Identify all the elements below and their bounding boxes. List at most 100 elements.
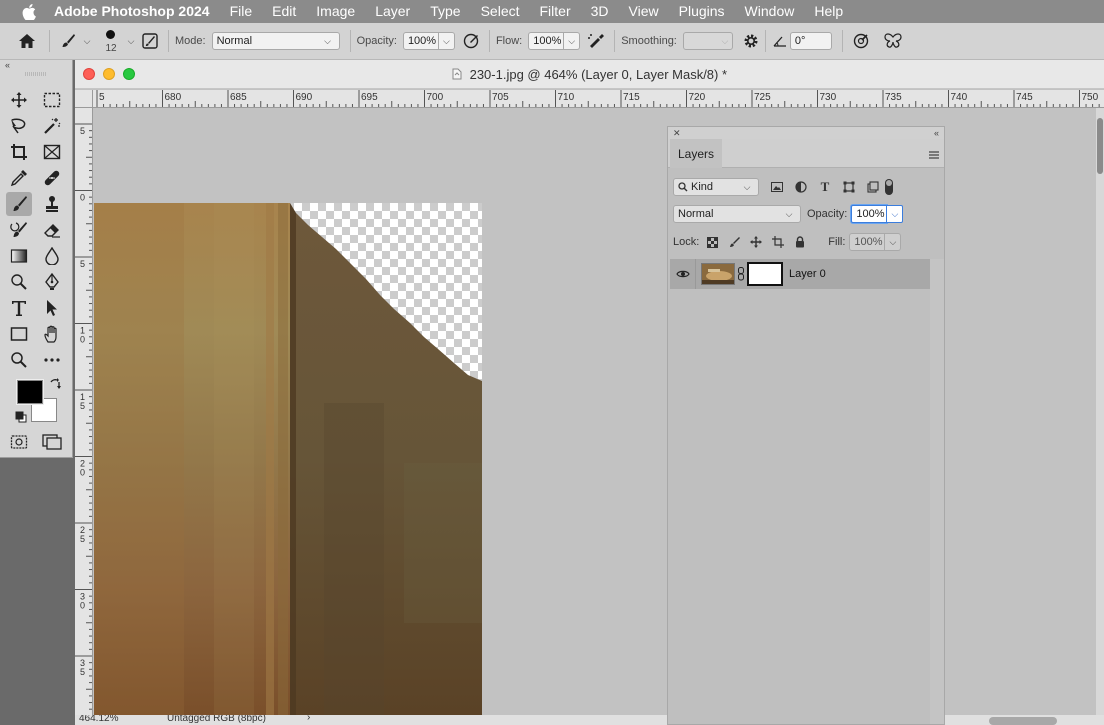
airbrush-icon[interactable] — [584, 29, 608, 53]
lock-all-icon[interactable] — [789, 230, 811, 254]
healing-brush-tool-icon[interactable] — [39, 166, 65, 190]
filter-type-icon[interactable]: T — [815, 175, 835, 199]
zoom-tool-icon[interactable] — [6, 348, 32, 372]
pressure-opacity-icon[interactable] — [459, 29, 483, 53]
default-colors-icon[interactable] — [15, 411, 27, 426]
vertical-ruler[interactable]: 505101520253035 — [75, 90, 93, 720]
menu-3d[interactable]: 3D — [581, 0, 619, 23]
move-tool-icon[interactable] — [6, 88, 32, 112]
horizontal-scrollbar-thumb[interactable] — [989, 717, 1057, 725]
layer-row[interactable]: Layer 0 — [670, 259, 930, 289]
pressure-size-icon[interactable] — [849, 29, 873, 53]
menu-app-name[interactable]: Adobe Photoshop 2024 — [52, 0, 220, 23]
layer-thumbnail[interactable] — [701, 263, 735, 285]
menu-edit[interactable]: Edit — [262, 0, 306, 23]
menu-image[interactable]: Image — [306, 0, 365, 23]
brush-settings-icon[interactable] — [138, 29, 162, 53]
angle-input[interactable]: 0° — [789, 32, 832, 50]
magic-wand-tool-icon[interactable] — [39, 114, 65, 138]
menu-view[interactable]: View — [619, 0, 669, 23]
screen-mode-icon[interactable] — [39, 430, 65, 454]
menu-window[interactable]: Window — [735, 0, 805, 23]
scrollbar-thumb[interactable] — [1097, 118, 1103, 174]
type-tool-icon[interactable] — [6, 296, 32, 320]
menu-file[interactable]: File — [220, 0, 263, 23]
tools-grip[interactable] — [0, 70, 72, 78]
eraser-tool-icon[interactable] — [39, 218, 65, 242]
ruler-origin[interactable] — [75, 90, 93, 108]
opacity-dropdown[interactable]: ⌵ — [438, 32, 455, 50]
layer-opacity-dropdown[interactable]: ⌵ — [887, 205, 904, 223]
layer-mask-thumbnail[interactable] — [747, 262, 783, 286]
chevron-right-icon[interactable]: › — [307, 715, 310, 723]
gear-icon[interactable] — [739, 29, 763, 53]
brush-size-picker[interactable]: 12 — [98, 25, 124, 57]
path-selection-tool-icon[interactable] — [39, 296, 65, 320]
canvas[interactable] — [94, 109, 1096, 715]
filter-kind-select[interactable]: Kind ⌵ — [673, 178, 759, 196]
more-tools-icon[interactable] — [39, 348, 65, 372]
brush-size-chevron-icon[interactable]: ⌵ — [124, 36, 138, 47]
menu-plugins[interactable]: Plugins — [669, 0, 735, 23]
menu-type[interactable]: Type — [420, 0, 470, 23]
clone-stamp-tool-icon[interactable] — [39, 192, 65, 216]
lock-transparent-pixels-icon[interactable] — [701, 230, 723, 254]
fill-input[interactable]: 100% — [849, 233, 886, 251]
visibility-eye-icon[interactable] — [670, 259, 696, 289]
tools-collapse-icon[interactable]: « — [0, 60, 72, 70]
brush-preset-chevron-icon[interactable]: ⌵ — [80, 36, 94, 47]
brush-tool-icon[interactable] — [6, 192, 32, 216]
rectangle-tool-icon[interactable] — [6, 322, 32, 346]
panel-menu-icon[interactable] — [929, 148, 939, 162]
opacity-input[interactable]: 100% — [402, 32, 439, 50]
document-info[interactable]: Untagged RGB (8bpc) — [167, 715, 266, 724]
history-brush-tool-icon[interactable] — [6, 218, 32, 242]
home-icon[interactable] — [15, 29, 39, 53]
layer-name[interactable]: Layer 0 — [789, 268, 826, 280]
lasso-tool-icon[interactable] — [6, 114, 32, 138]
collapse-panel-icon[interactable]: « — [934, 128, 939, 138]
layers-scroll-track[interactable] — [930, 259, 944, 724]
horizontal-ruler[interactable]: 5 680 685 690 695 700 705 710 715 720 725 730 735 740… — [93, 90, 1104, 108]
frame-tool-icon[interactable] — [39, 140, 65, 164]
lock-image-pixels-icon[interactable] — [723, 230, 745, 254]
menu-layer[interactable]: Layer — [365, 0, 420, 23]
vertical-scrollbar[interactable] — [1096, 108, 1104, 720]
filter-smart-object-icon[interactable] — [863, 175, 883, 199]
swap-colors-icon[interactable] — [49, 378, 61, 393]
dodge-tool-icon[interactable] — [6, 270, 32, 294]
brush-preset-icon[interactable] — [56, 29, 80, 53]
lock-position-icon[interactable] — [745, 230, 767, 254]
apple-icon[interactable] — [18, 0, 40, 23]
zoom-level[interactable]: 464.12% — [79, 715, 118, 724]
symmetry-butterfly-icon[interactable] — [881, 29, 905, 53]
gradient-tool-icon[interactable] — [6, 244, 32, 268]
tab-layers[interactable]: Layers — [670, 139, 722, 168]
filter-adjustment-icon[interactable] — [791, 175, 811, 199]
close-panel-icon[interactable]: ✕ — [673, 128, 681, 139]
filter-pixel-icon[interactable] — [767, 175, 787, 199]
menu-help[interactable]: Help — [804, 0, 853, 23]
document-image[interactable] — [94, 203, 482, 715]
marquee-tool-icon[interactable] — [39, 88, 65, 112]
smoothing-input[interactable]: ⌵ — [682, 32, 733, 50]
eyedropper-tool-icon[interactable] — [6, 166, 32, 190]
fill-dropdown[interactable]: ⌵ — [885, 233, 902, 251]
blur-tool-icon[interactable] — [39, 244, 65, 268]
menu-filter[interactable]: Filter — [530, 0, 581, 23]
mask-link-icon[interactable] — [737, 264, 745, 284]
filter-toggle[interactable] — [885, 179, 893, 195]
mode-select[interactable]: Normal ⌵ — [211, 32, 340, 50]
layer-opacity-input[interactable]: 100% — [851, 205, 888, 223]
blend-mode-select[interactable]: Normal ⌵ — [673, 205, 801, 223]
flow-input[interactable]: 100% — [528, 32, 565, 50]
crop-tool-icon[interactable] — [6, 140, 32, 164]
menu-select[interactable]: Select — [471, 0, 530, 23]
hand-tool-icon[interactable] — [39, 322, 65, 346]
quick-mask-icon[interactable] — [6, 430, 32, 454]
filter-shape-icon[interactable] — [839, 175, 859, 199]
flow-dropdown[interactable]: ⌵ — [564, 32, 581, 50]
pen-tool-icon[interactable] — [39, 270, 65, 294]
lock-artboard-icon[interactable] — [767, 230, 789, 254]
foreground-color-swatch[interactable] — [16, 379, 44, 405]
